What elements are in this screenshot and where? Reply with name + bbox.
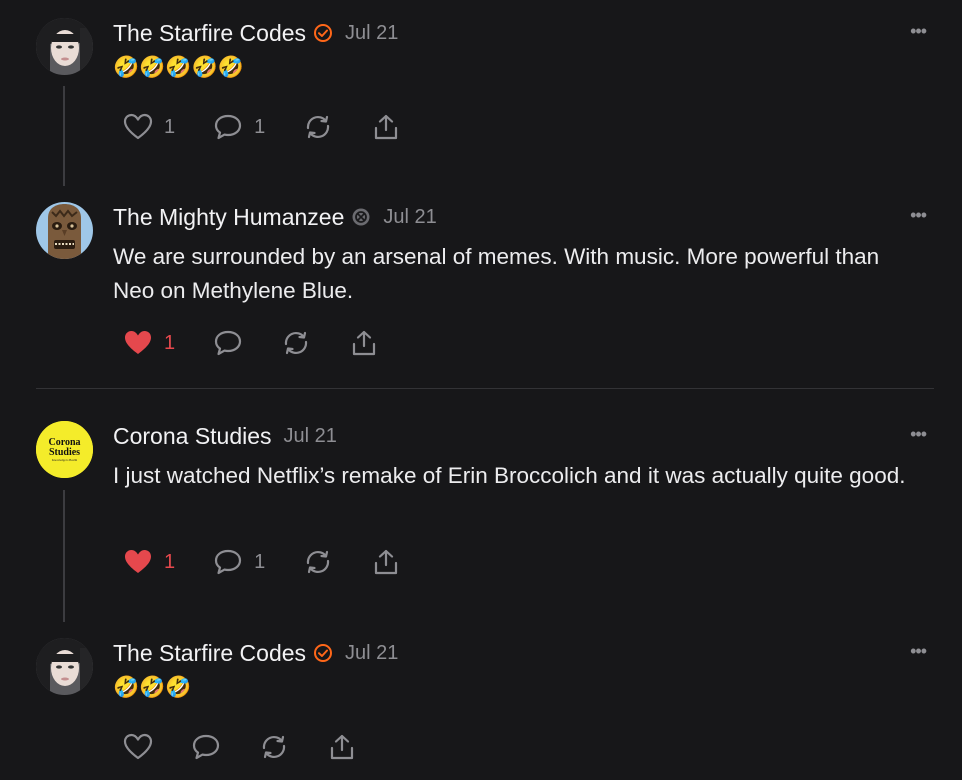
- avatar-logo-text: Studies: [49, 447, 80, 458]
- post-text: I just watched Netflix’s remake of Erin …: [113, 463, 906, 488]
- emoji: 🤣: [217, 56, 244, 79]
- post-date[interactable]: Jul 21: [284, 425, 337, 448]
- emoji-content: 🤣 🤣 🤣 🤣 🤣: [113, 56, 244, 80]
- restack-icon: [307, 115, 330, 139]
- emoji: 🤣: [165, 676, 192, 699]
- author-name[interactable]: The Starfire Codes: [113, 640, 306, 667]
- emoji: 🤣: [139, 56, 166, 79]
- restack-button[interactable]: [281, 329, 311, 357]
- comment-post: Corona Studies Knowledge is Health Coron…: [0, 421, 962, 591]
- share-icon: [330, 734, 354, 760]
- post-actions: [123, 733, 395, 761]
- heart-icon: [123, 733, 153, 760]
- comment-icon: [215, 114, 242, 140]
- comment-icon: [215, 549, 242, 575]
- author-name[interactable]: Corona Studies: [113, 423, 272, 450]
- avatar-logo-text: Knowledge is Health: [52, 458, 78, 462]
- like-button[interactable]: 1: [123, 548, 175, 576]
- reply-button[interactable]: 1: [213, 548, 265, 576]
- comment-icon: [192, 734, 220, 760]
- reply-button[interactable]: 1: [213, 113, 265, 141]
- like-count: 1: [164, 115, 176, 138]
- comment-icon: [215, 330, 242, 356]
- post-date[interactable]: Jul 21: [345, 642, 398, 665]
- restack-button[interactable]: [303, 113, 333, 141]
- post-actions: 1: [123, 329, 417, 357]
- share-button[interactable]: [371, 548, 401, 576]
- post-header: The Starfire Codes Jul 21: [113, 638, 398, 668]
- avatar[interactable]: Corona Studies Knowledge is Health: [36, 421, 93, 478]
- post-header: The Mighty Humanzee Jul 21: [113, 202, 437, 232]
- avatar[interactable]: [36, 18, 93, 75]
- more-options-icon[interactable]: •••: [910, 642, 927, 660]
- restack-icon: [262, 735, 286, 759]
- restack-button[interactable]: [303, 548, 333, 576]
- heart-icon: [123, 113, 153, 140]
- avatar[interactable]: [36, 638, 93, 695]
- like-button[interactable]: 1: [123, 113, 175, 141]
- like-count: 1: [164, 331, 176, 354]
- emoji: 🤣: [165, 56, 192, 79]
- reply-button[interactable]: [213, 329, 243, 357]
- comment-count: 1: [254, 550, 266, 573]
- share-button[interactable]: [327, 733, 357, 761]
- restack-button[interactable]: [259, 733, 289, 761]
- comment-post: The Starfire Codes Jul 21 ••• 🤣 🤣 🤣: [0, 638, 962, 780]
- emoji: 🤣: [113, 56, 140, 79]
- heart-filled-icon: [125, 550, 151, 573]
- like-button[interactable]: 1: [123, 329, 175, 357]
- author-name[interactable]: The Starfire Codes: [113, 20, 306, 47]
- comment-post: The Starfire Codes Jul 21 ••• 🤣 🤣 🤣 🤣 🤣 …: [0, 18, 962, 168]
- subscriber-badge-icon: [351, 207, 371, 227]
- post-date[interactable]: Jul 21: [383, 206, 436, 229]
- comment-count: 1: [254, 115, 266, 138]
- author-name[interactable]: The Mighty Humanzee: [113, 204, 344, 231]
- post-date[interactable]: Jul 21: [345, 22, 398, 45]
- like-button[interactable]: [123, 733, 153, 761]
- emoji: 🤣: [113, 676, 140, 699]
- share-icon: [353, 330, 376, 356]
- restack-icon: [307, 550, 330, 574]
- avatar[interactable]: [36, 202, 93, 259]
- more-options-icon[interactable]: •••: [910, 22, 927, 40]
- emoji: 🤣: [139, 676, 166, 699]
- share-button[interactable]: [349, 329, 379, 357]
- emoji-content: 🤣 🤣 🤣: [113, 676, 191, 700]
- comment-post: The Mighty Humanzee Jul 21 ••• We are su…: [0, 202, 962, 372]
- post-header: Corona Studies Jul 21: [113, 421, 337, 451]
- reply-button[interactable]: [191, 733, 221, 761]
- verified-badge-icon: [313, 23, 333, 43]
- share-icon: [375, 114, 398, 140]
- more-options-icon[interactable]: •••: [910, 206, 927, 224]
- thread-separator: [36, 388, 934, 389]
- verified-badge-icon: [313, 643, 333, 663]
- post-actions: 1 1: [123, 113, 439, 141]
- restack-icon: [285, 331, 308, 355]
- post-header: The Starfire Codes Jul 21: [113, 18, 398, 48]
- heart-filled-icon: [125, 331, 151, 354]
- share-icon: [375, 549, 398, 575]
- post-text: We are surrounded by an arsenal of memes…: [113, 244, 880, 303]
- post-actions: 1 1: [123, 548, 439, 576]
- emoji: 🤣: [191, 56, 218, 79]
- like-count: 1: [164, 550, 176, 573]
- more-options-icon[interactable]: •••: [910, 425, 927, 443]
- share-button[interactable]: [371, 113, 401, 141]
